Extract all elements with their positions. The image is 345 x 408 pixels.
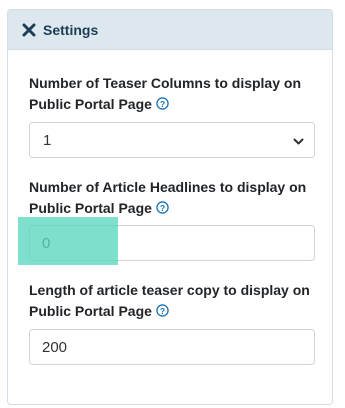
- article-headlines-field: Number of Article Headlines to display o…: [29, 177, 315, 261]
- article-headlines-input[interactable]: [29, 225, 315, 261]
- teaser-columns-value: 1: [43, 132, 52, 149]
- teaser-columns-field: Number of Teaser Columns to display on P…: [29, 73, 315, 158]
- teaser-length-label: Length of article teaser copy to display…: [29, 282, 310, 319]
- settings-title: Settings: [43, 21, 99, 38]
- teaser-length-field: Length of article teaser copy to display…: [29, 280, 315, 365]
- close-x-icon[interactable]: [22, 23, 36, 37]
- help-icon[interactable]: ?: [156, 304, 169, 317]
- svg-text:?: ?: [160, 306, 165, 316]
- svg-text:?: ?: [160, 99, 165, 109]
- chevron-down-icon: [293, 138, 304, 145]
- settings-header[interactable]: Settings: [8, 10, 332, 50]
- settings-panel: Settings Number of Teaser Columns to dis…: [7, 9, 333, 405]
- teaser-length-input[interactable]: [29, 329, 315, 365]
- teaser-columns-select[interactable]: 1: [29, 122, 315, 158]
- help-icon[interactable]: ?: [156, 97, 169, 110]
- svg-text:?: ?: [160, 203, 165, 213]
- help-icon[interactable]: ?: [156, 201, 169, 214]
